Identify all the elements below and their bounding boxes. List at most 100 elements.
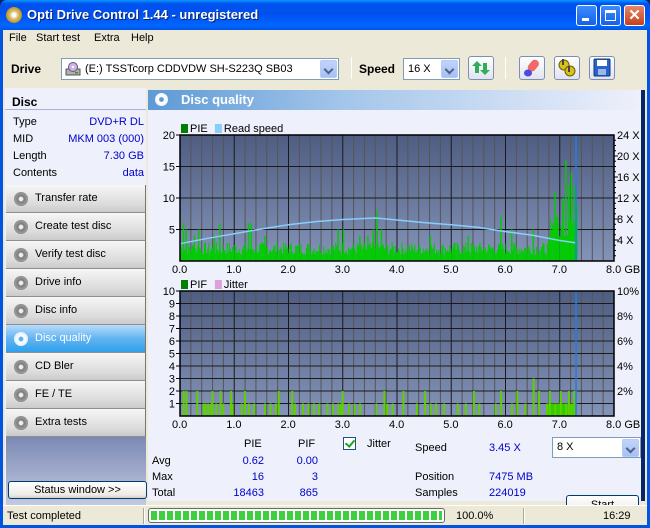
pie-bar (388, 254, 390, 261)
save-button[interactable] (589, 56, 615, 80)
pie-bar (527, 247, 529, 261)
nav-cd-bler[interactable]: CD Bler (6, 353, 146, 381)
pie-bar (461, 252, 463, 261)
pie-peak-bar (213, 235, 216, 261)
pif-bar (424, 391, 427, 416)
pie-peak-bar (500, 216, 502, 261)
nav-extra-tests[interactable]: Extra tests (6, 409, 146, 437)
speed-select[interactable]: 16 X (403, 58, 460, 80)
drive-select[interactable]: (E:) TSSTcorp CDDVDW SH-S223Q SB03 (61, 58, 339, 80)
pie-bar (227, 251, 229, 261)
pie-bar (431, 248, 433, 261)
x-tick-label: 1.0 (226, 264, 241, 276)
pif-bar (326, 403, 329, 416)
pif-bar (443, 403, 446, 416)
pie-bar (255, 245, 258, 261)
pie-bar (497, 243, 499, 261)
sidebar: Disc Type DVD+R DL MID MKM 003 (000) Len… (5, 88, 147, 522)
progress-fill (151, 511, 442, 520)
pie-bar (266, 247, 268, 261)
pie-bar (210, 249, 212, 261)
pie-bar (349, 249, 351, 261)
x-tick-label: 2.0 (281, 419, 296, 431)
title-bar[interactable]: Opti Drive Control 1.44 - unregistered ✕ (0, 0, 650, 30)
pie-bar (451, 251, 453, 261)
speed-value: 16 X (408, 63, 431, 75)
pie-bar (321, 252, 323, 261)
pie-bar (552, 222, 554, 261)
nav-verify-test-disc[interactable]: Verify test disc (6, 241, 146, 269)
x-tick-label: 7.0 (552, 264, 567, 276)
pie-bar (225, 253, 227, 261)
jitter-label: Jitter (367, 438, 391, 450)
pie-bar (569, 220, 571, 261)
pie-bar (191, 244, 194, 261)
disc-type-label: Type (13, 116, 37, 128)
jitter-checkbox[interactable] (343, 437, 356, 450)
speed-stat-label: Speed (415, 442, 447, 454)
pie-bar (233, 249, 235, 261)
nav-disc-info[interactable]: Disc info (6, 297, 146, 325)
pif-bar (204, 403, 207, 416)
chevron-down-icon[interactable] (441, 60, 458, 78)
x-tick-label: 0.0 (172, 264, 187, 276)
refresh-button[interactable] (468, 56, 494, 80)
pie-bar (287, 248, 289, 261)
pie-bar (509, 254, 511, 261)
pie-bar (411, 243, 413, 261)
close-button[interactable]: ✕ (624, 5, 645, 26)
nav-create-test-disc[interactable]: Create test disc (6, 213, 146, 241)
pie-bar (327, 248, 329, 261)
status-window-button[interactable]: Status window >> (8, 481, 147, 499)
pie-bar (275, 251, 277, 261)
chevron-down-icon[interactable] (320, 60, 337, 78)
pie-bar (236, 252, 238, 261)
menu-help[interactable]: Help (131, 32, 154, 44)
disc-icon (14, 248, 28, 262)
y-right-tick-label: 4 X (617, 235, 634, 247)
pie-bar (445, 251, 447, 261)
settings-button[interactable] (554, 56, 580, 80)
pie-bar (530, 253, 532, 261)
chevron-down-icon[interactable] (622, 439, 639, 457)
pie-bar (498, 245, 501, 261)
minimize-button[interactable] (576, 5, 597, 26)
client-area: File Start test Extra Help Drive (E:) TS… (3, 30, 647, 525)
x-tick-label: 4.0 (389, 264, 404, 276)
disc-icon (14, 304, 28, 318)
pie-bar (314, 253, 316, 261)
nav-disc-quality[interactable]: Disc quality (6, 325, 146, 353)
menu-file[interactable]: File (9, 32, 27, 44)
pie-bar (356, 243, 358, 261)
pie-bar (355, 253, 357, 261)
pie-bar (336, 245, 338, 261)
pif-bar (312, 403, 315, 416)
pif-bar (253, 403, 256, 416)
pie-bar (244, 246, 246, 261)
menu-start-test[interactable]: Start test (36, 32, 80, 44)
test-speed-select[interactable]: 8 X (552, 437, 641, 458)
nav-transfer-rate[interactable]: Transfer rate (6, 185, 146, 213)
pie-bar (465, 242, 467, 261)
pie-peak-bar (182, 223, 185, 261)
pie-bar (389, 250, 391, 261)
pie-bar (226, 243, 228, 261)
pie-bar (258, 251, 260, 261)
pif-bar (510, 403, 513, 416)
maximize-button[interactable] (600, 5, 621, 26)
pie-bar (340, 253, 342, 261)
disc-length-row: Length 7.30 GB (13, 150, 144, 166)
pie-bar (254, 251, 256, 261)
nav-label: Drive info (35, 276, 82, 288)
menu-bar: File Start test Extra Help (3, 30, 647, 48)
pif-bar (240, 403, 243, 416)
nav-fe-te[interactable]: FE / TE (6, 381, 146, 409)
pie-bar (494, 253, 496, 261)
pie-bar (206, 253, 208, 261)
pif-bar (277, 391, 280, 416)
y-right-tick-label: 24 X (617, 130, 640, 142)
nav-drive-info[interactable]: Drive info (6, 269, 146, 297)
erase-button[interactable] (519, 56, 545, 80)
y-right-tick-label: 16 X (617, 172, 640, 184)
menu-extra[interactable]: Extra (94, 32, 120, 44)
